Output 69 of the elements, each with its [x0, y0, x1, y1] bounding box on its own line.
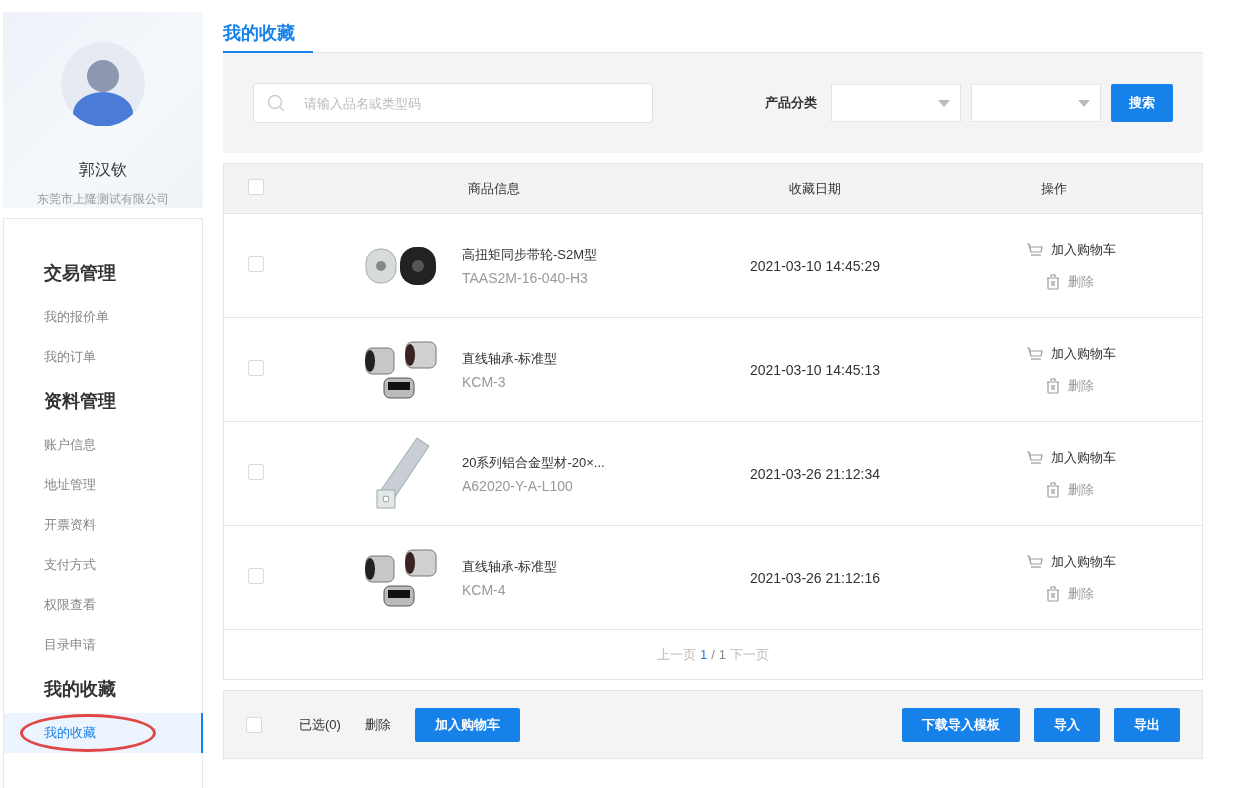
sidebar-item[interactable]: 支付方式 — [4, 545, 203, 585]
delete-link[interactable]: 删除 — [1026, 480, 1094, 499]
menu-group-title: 交易管理 — [43, 262, 117, 285]
add-to-cart-button[interactable]: 加入购物车 — [414, 707, 520, 742]
category-label: 产品分类 — [765, 94, 817, 112]
category-dropdown[interactable] — [831, 84, 961, 122]
toolbar-button[interactable]: 导出 — [1114, 707, 1180, 742]
column-header: 商品信息 — [467, 179, 521, 198]
cart-icon — [1026, 346, 1043, 361]
sidebar-item[interactable]: 目录申请 — [4, 625, 203, 665]
add-to-cart-link[interactable]: 加入购物车 — [1026, 240, 1116, 259]
delete-link[interactable]: 删除 — [1026, 272, 1094, 291]
search-field[interactable]: 请输入品名或类型码 — [253, 83, 653, 123]
trash-icon — [1046, 273, 1060, 290]
trash-icon — [1046, 481, 1060, 498]
caret-icon — [1078, 99, 1090, 107]
checkbox[interactable] — [248, 179, 264, 195]
checkbox[interactable] — [248, 567, 264, 584]
product-name[interactable]: 直线轴承-标准型 — [462, 349, 558, 368]
avatar-icon — [61, 42, 145, 126]
sidebar-item[interactable]: 权限查看 — [4, 585, 203, 625]
sidebar-item[interactable]: 地址管理 — [4, 465, 203, 505]
product-name[interactable]: 直线轴承-标准型 — [462, 557, 558, 576]
delete-link[interactable]: 删除 — [364, 715, 391, 734]
checkbox[interactable] — [248, 255, 264, 272]
add-to-cart-link[interactable]: 加入购物车 — [1026, 552, 1116, 571]
cart-icon — [1026, 450, 1043, 465]
column-header: 操作 — [1040, 179, 1068, 198]
menu-group-title: 我的收藏 — [42, 678, 117, 701]
toolbar-button[interactable]: 导入 — [1034, 707, 1100, 742]
trash-icon — [1046, 585, 1060, 602]
sidebar-item[interactable]: 账户信息 — [4, 425, 203, 465]
company-name: 东莞市上隆测试有限公司 — [37, 191, 169, 208]
caret-icon — [938, 99, 950, 107]
user-name: 郭汉钦 — [79, 160, 127, 180]
favorite-date: 2021-03-26 21:12:16 — [749, 569, 881, 586]
toolbar-button[interactable]: 下载导入模板 — [902, 707, 1020, 742]
checkbox[interactable] — [248, 463, 264, 480]
add-to-cart-link[interactable]: 加入购物车 — [1026, 448, 1116, 467]
product-name[interactable]: 高扭矩同步带轮-S2M型 — [462, 245, 598, 264]
add-to-cart-link[interactable]: 加入购物车 — [1026, 344, 1116, 363]
current-page: 1 — [699, 647, 708, 662]
trash-icon — [1046, 377, 1060, 394]
search-button[interactable]: 搜索 — [1111, 84, 1173, 122]
checkbox[interactable] — [248, 359, 264, 376]
sidebar-item[interactable]: 我的订单 — [4, 337, 203, 377]
product-name[interactable]: 20系列铝合金型材-20×... — [462, 453, 605, 472]
sidebar-item[interactable]: 我的收藏 — [4, 713, 203, 753]
subcategory-dropdown[interactable] — [971, 84, 1101, 122]
selected-count: 已选(0) — [299, 715, 341, 734]
cart-icon — [1026, 242, 1043, 257]
delete-link[interactable]: 删除 — [1026, 376, 1094, 395]
delete-link[interactable]: 删除 — [1026, 584, 1094, 603]
product-code: KCM-3 — [462, 373, 507, 390]
product-code: TAAS2M-16-040-H3 — [462, 269, 589, 286]
product-code: KCM-4 — [462, 581, 507, 598]
sidebar-item[interactable]: 开票资料 — [4, 505, 203, 545]
total-pages: 1 — [718, 647, 727, 662]
favorite-date: 2021-03-10 14:45:13 — [749, 361, 881, 378]
product-code: A62020-Y-A-L100 — [462, 477, 574, 494]
checkbox[interactable] — [246, 716, 262, 733]
page-separator: / — [711, 647, 715, 662]
sidebar-item[interactable]: 我的报价单 — [4, 297, 203, 337]
favorite-date: 2021-03-10 14:45:29 — [749, 257, 881, 274]
favorite-date: 2021-03-26 21:12:34 — [749, 465, 881, 482]
cart-icon — [1026, 554, 1043, 569]
column-header: 收藏日期 — [788, 179, 842, 198]
search-icon — [267, 94, 285, 112]
menu-group-title: 资料管理 — [43, 390, 117, 413]
